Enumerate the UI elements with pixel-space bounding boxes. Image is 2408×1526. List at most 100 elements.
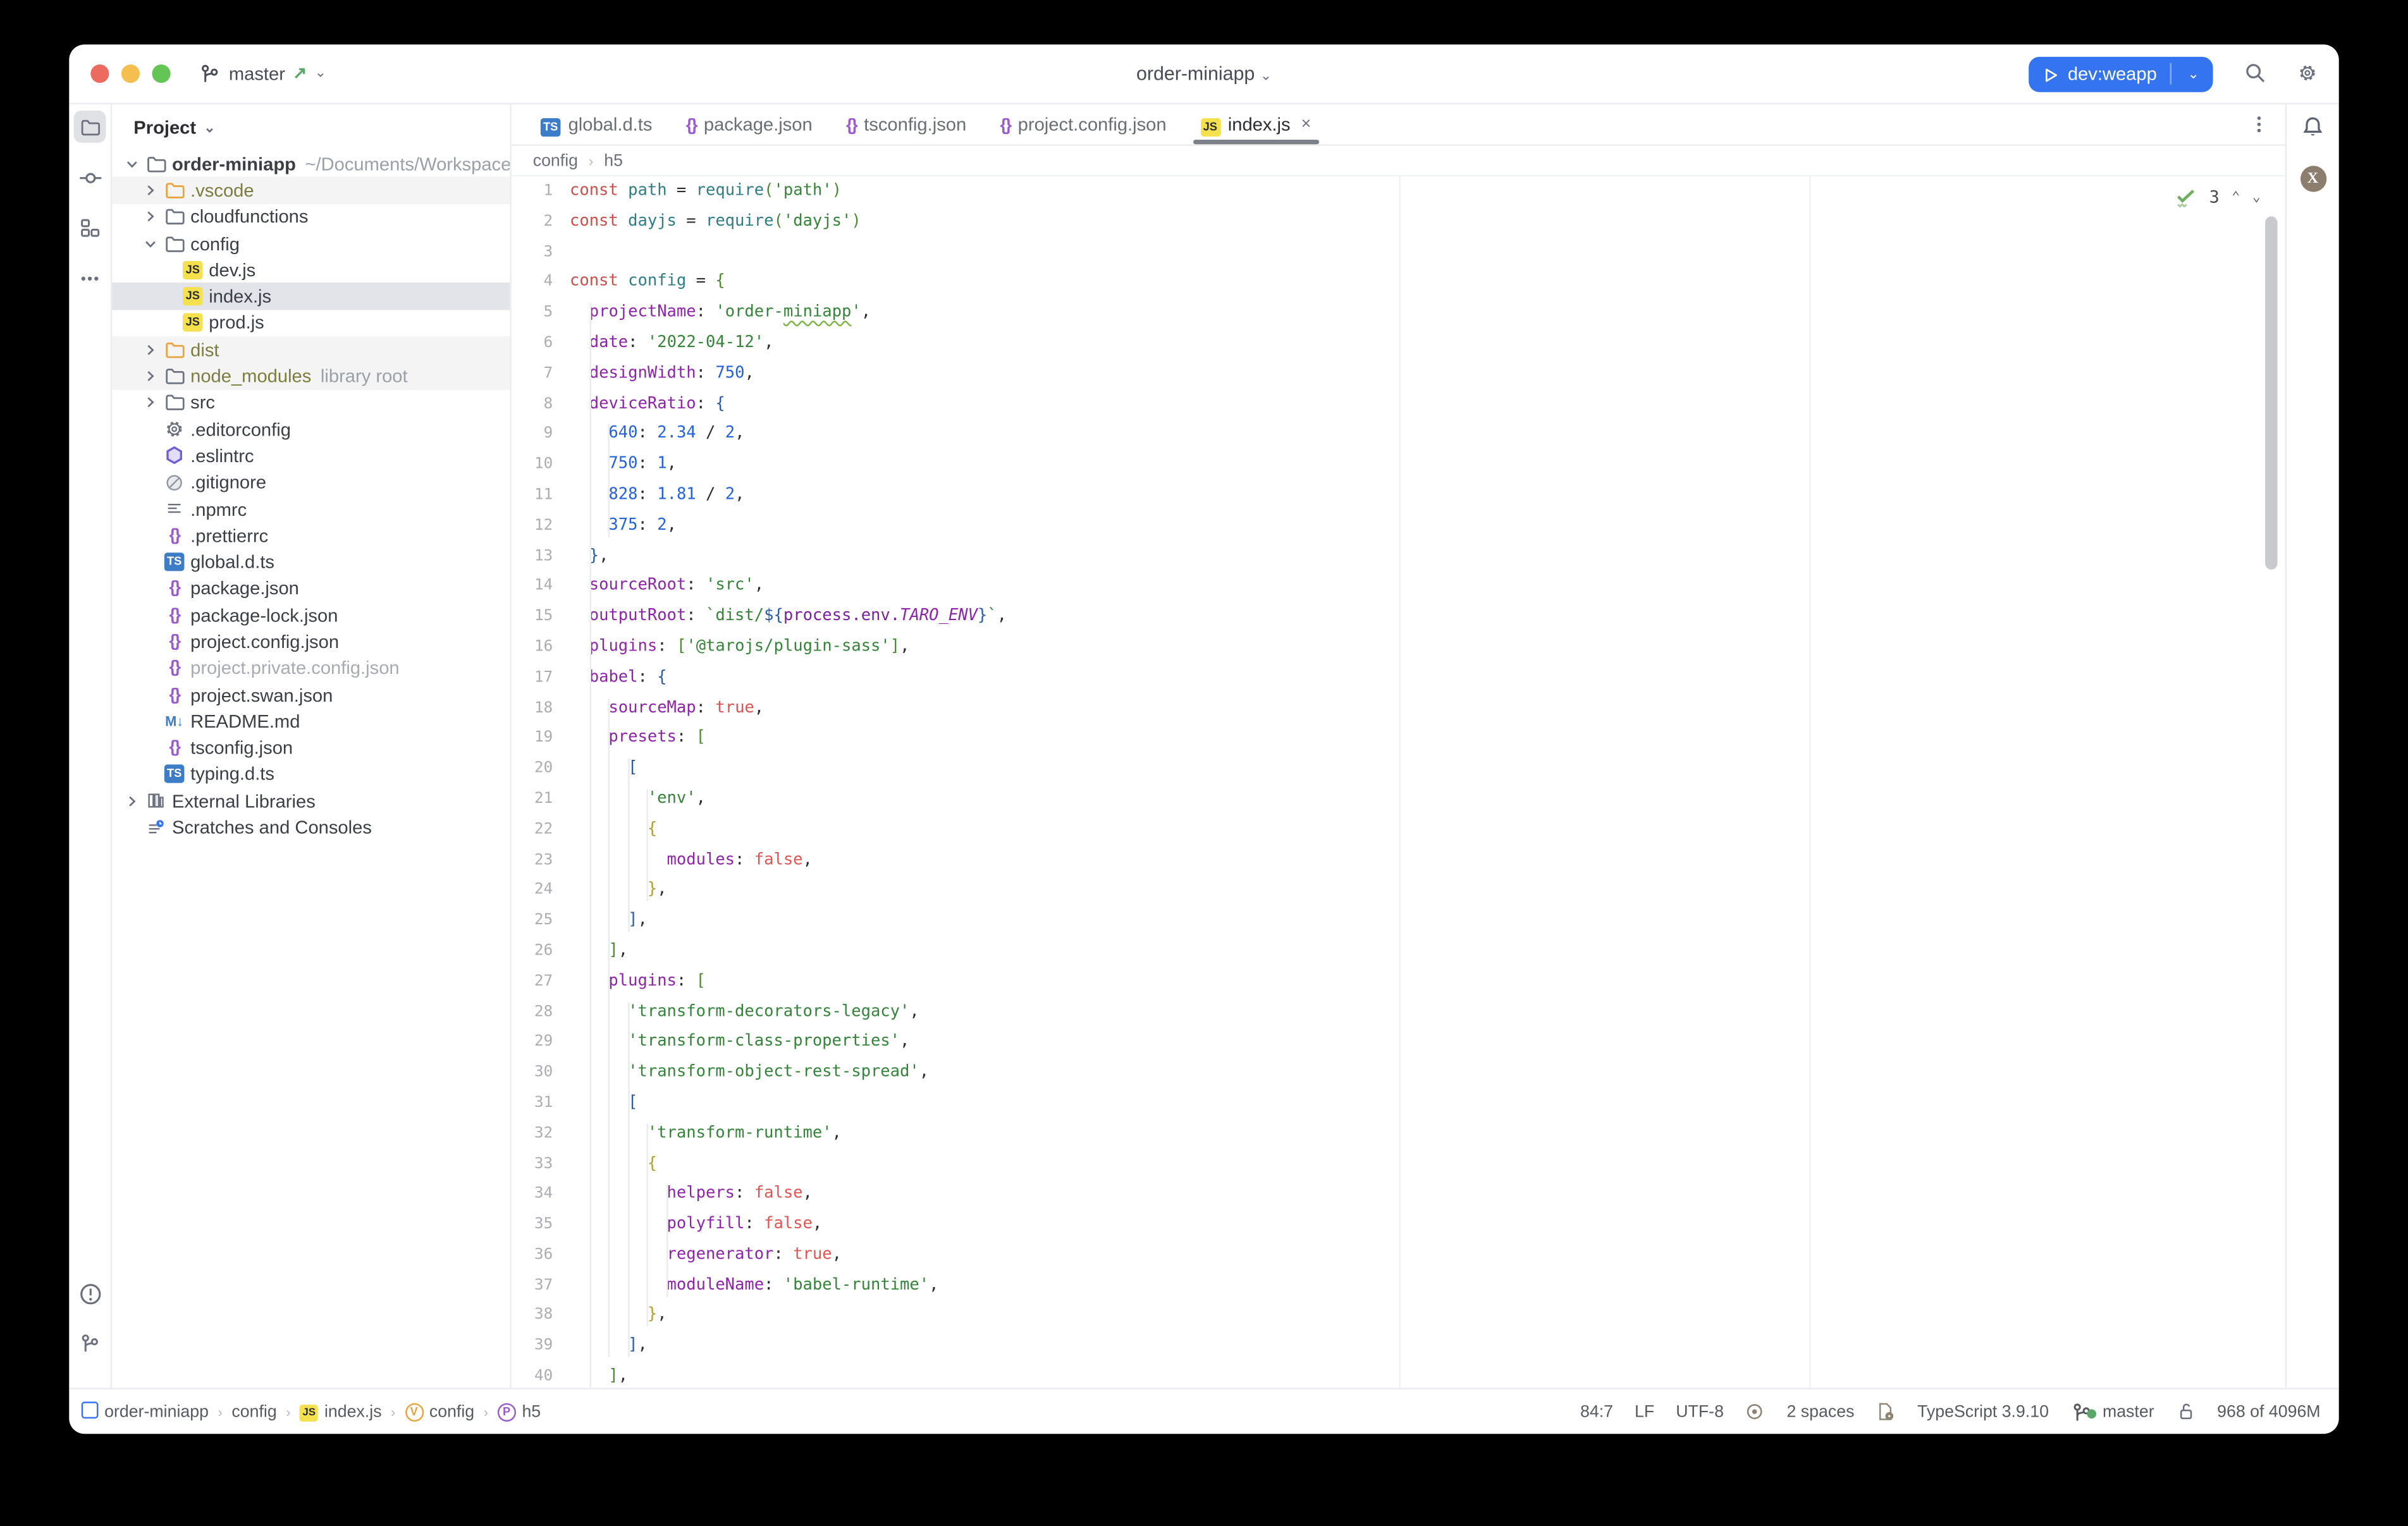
code-line-33[interactable]: { bbox=[570, 1149, 2285, 1180]
tree-item--eslintrc[interactable]: .eslintrc bbox=[112, 443, 510, 469]
code-line-27[interactable]: plugins: [ bbox=[570, 967, 2285, 997]
line-number[interactable]: 31 bbox=[512, 1089, 565, 1119]
code-line-13[interactable]: }, bbox=[570, 541, 2285, 571]
tab-package-json[interactable]: {}package.json bbox=[669, 104, 829, 144]
more-tools-button[interactable] bbox=[74, 262, 106, 295]
line-separator[interactable]: LF bbox=[1635, 1402, 1654, 1420]
tree-item--editorconfig[interactable]: .editorconfig bbox=[112, 416, 510, 443]
code-line-20[interactable]: [ bbox=[570, 754, 2285, 784]
code-line-16[interactable]: plugins: ['@tarojs/plugin-sass'], bbox=[570, 632, 2285, 662]
prev-problem-chevron-up-icon[interactable]: ⌃ bbox=[2232, 190, 2240, 205]
line-number[interactable]: 22 bbox=[512, 815, 565, 845]
line-number[interactable]: 30 bbox=[512, 1058, 565, 1089]
code-line-35[interactable]: polyfill: false, bbox=[570, 1210, 2285, 1240]
line-number[interactable]: 9 bbox=[512, 420, 565, 450]
close-window-button[interactable] bbox=[90, 64, 109, 83]
line-number[interactable]: 20 bbox=[512, 754, 565, 784]
tree-item-scratches-and-consoles[interactable]: Scratches and Consoles bbox=[112, 814, 510, 841]
code-line-2[interactable]: const dayjs = require('dayjs') bbox=[570, 207, 2285, 237]
line-number[interactable]: 37 bbox=[512, 1271, 565, 1301]
code-line-4[interactable]: const config = { bbox=[570, 268, 2285, 298]
code-line-40[interactable]: ], bbox=[570, 1362, 2285, 1388]
chevron-expanded-icon[interactable] bbox=[121, 154, 143, 173]
code-line-31[interactable]: [ bbox=[570, 1089, 2285, 1119]
typescript-version[interactable]: TypeScript 3.9.10 bbox=[1917, 1402, 2049, 1420]
code-line-32[interactable]: 'transform-runtime', bbox=[570, 1119, 2285, 1149]
tab-options-kebab-icon[interactable] bbox=[2248, 111, 2270, 138]
line-number[interactable]: 4 bbox=[512, 268, 565, 298]
code-line-23[interactable]: modules: false, bbox=[570, 845, 2285, 876]
git-branch-widget[interactable]: master ↗ ⌄ bbox=[198, 62, 326, 85]
line-number[interactable]: 1 bbox=[512, 176, 565, 207]
chevron-collapsed-icon[interactable] bbox=[140, 340, 161, 358]
version-control-tool-button[interactable] bbox=[74, 1328, 106, 1360]
line-number[interactable]: 23 bbox=[512, 845, 565, 876]
tree-item-readme-md[interactable]: M↓README.md bbox=[112, 708, 510, 735]
tab-tsconfig-json[interactable]: {}tsconfig.json bbox=[829, 104, 983, 144]
tree-item-cloudfunctions[interactable]: cloudfunctions bbox=[112, 204, 510, 230]
tree-item--gitignore[interactable]: .gitignore bbox=[112, 469, 510, 496]
line-number[interactable]: 18 bbox=[512, 693, 565, 724]
line-number[interactable]: 16 bbox=[512, 632, 565, 662]
project-tool-button[interactable] bbox=[74, 111, 106, 143]
tab-index-js[interactable]: JSindex.js× bbox=[1183, 104, 1328, 144]
code-line-1[interactable]: const path = require('path') bbox=[570, 176, 2285, 207]
zoom-window-button[interactable] bbox=[152, 64, 170, 83]
inspections-widget[interactable]: 3 ⌃ ⌄ bbox=[2174, 186, 2261, 209]
code-line-3[interactable] bbox=[570, 237, 2285, 267]
tree-item-dist[interactable]: dist bbox=[112, 336, 510, 363]
chevron-collapsed-icon[interactable] bbox=[121, 792, 143, 810]
line-number[interactable]: 14 bbox=[512, 571, 565, 602]
plugin-x-icon[interactable]: X bbox=[2300, 166, 2326, 192]
tree-item-package-lock-json[interactable]: {}package-lock.json bbox=[112, 602, 510, 628]
code-line-18[interactable]: sourceMap: true, bbox=[570, 693, 2285, 724]
close-icon[interactable]: × bbox=[1301, 115, 1312, 133]
line-number[interactable]: 6 bbox=[512, 329, 565, 359]
tree-item-project-swan-json[interactable]: {}project.swan.json bbox=[112, 681, 510, 708]
settings-gear-icon[interactable] bbox=[2297, 60, 2318, 88]
status-crumb-config[interactable]: config bbox=[231, 1402, 276, 1420]
tree-item-dev-js[interactable]: JSdev.js bbox=[112, 257, 510, 283]
code-line-29[interactable]: 'transform-class-properties', bbox=[570, 1027, 2285, 1058]
code-line-21[interactable]: 'env', bbox=[570, 784, 2285, 815]
code-line-37[interactable]: moduleName: 'babel-runtime', bbox=[570, 1271, 2285, 1301]
editor-gutter[interactable]: 1234567891011121314151617181920212223242… bbox=[512, 176, 565, 1388]
code-line-30[interactable]: 'transform-object-rest-spread', bbox=[570, 1058, 2285, 1089]
chevron-collapsed-icon[interactable] bbox=[140, 207, 161, 226]
line-number[interactable]: 40 bbox=[512, 1362, 565, 1388]
tree-item--npmrc[interactable]: .npmrc bbox=[112, 496, 510, 522]
code-line-25[interactable]: ], bbox=[570, 906, 2285, 936]
code-line-9[interactable]: 640: 2.34 / 2, bbox=[570, 420, 2285, 450]
tree-item-external-libraries[interactable]: External Libraries bbox=[112, 788, 510, 814]
line-number[interactable]: 33 bbox=[512, 1149, 565, 1180]
tree-item-config[interactable]: config bbox=[112, 230, 510, 257]
tree-item-typing-d-ts[interactable]: TStyping.d.ts bbox=[112, 761, 510, 788]
line-number[interactable]: 10 bbox=[512, 450, 565, 480]
code-line-34[interactable]: helpers: false, bbox=[570, 1180, 2285, 1210]
line-number[interactable]: 39 bbox=[512, 1331, 565, 1362]
memory-indicator[interactable]: 968 of 4096M bbox=[2217, 1402, 2320, 1420]
status-crumb-h5[interactable]: Ph5 bbox=[498, 1402, 541, 1421]
line-number[interactable]: 11 bbox=[512, 480, 565, 511]
code-line-7[interactable]: designWidth: 750, bbox=[570, 359, 2285, 389]
run-button[interactable]: dev:weapp ⌄ bbox=[2029, 56, 2213, 92]
code-line-10[interactable]: 750: 1, bbox=[570, 450, 2285, 480]
tree-item-order-miniapp[interactable]: order-miniapp~/Documents/Workspace/ bbox=[112, 150, 510, 177]
code-lines[interactable]: const path = require('path')const dayjs … bbox=[570, 176, 2285, 1388]
indent[interactable]: 2 spaces bbox=[1787, 1402, 1855, 1420]
minimize-window-button[interactable] bbox=[121, 64, 140, 83]
status-crumb-index-js[interactable]: JSindex.js bbox=[300, 1401, 381, 1422]
code-line-22[interactable]: { bbox=[570, 815, 2285, 845]
encoding[interactable]: UTF-8 bbox=[1676, 1402, 1724, 1420]
line-number[interactable]: 26 bbox=[512, 936, 565, 967]
line-number[interactable]: 8 bbox=[512, 389, 565, 420]
chevron-collapsed-icon[interactable] bbox=[140, 181, 161, 199]
tree-item-project-config-json[interactable]: {}project.config.json bbox=[112, 628, 510, 655]
search-icon[interactable] bbox=[2244, 60, 2266, 88]
tree-item-src[interactable]: src bbox=[112, 389, 510, 416]
code-line-28[interactable]: 'transform-decorators-legacy', bbox=[570, 997, 2285, 1027]
code-line-11[interactable]: 828: 1.81 / 2, bbox=[570, 480, 2285, 511]
line-number[interactable]: 19 bbox=[512, 724, 565, 754]
line-number[interactable]: 2 bbox=[512, 207, 565, 237]
highlighting-level[interactable] bbox=[1745, 1401, 1766, 1422]
